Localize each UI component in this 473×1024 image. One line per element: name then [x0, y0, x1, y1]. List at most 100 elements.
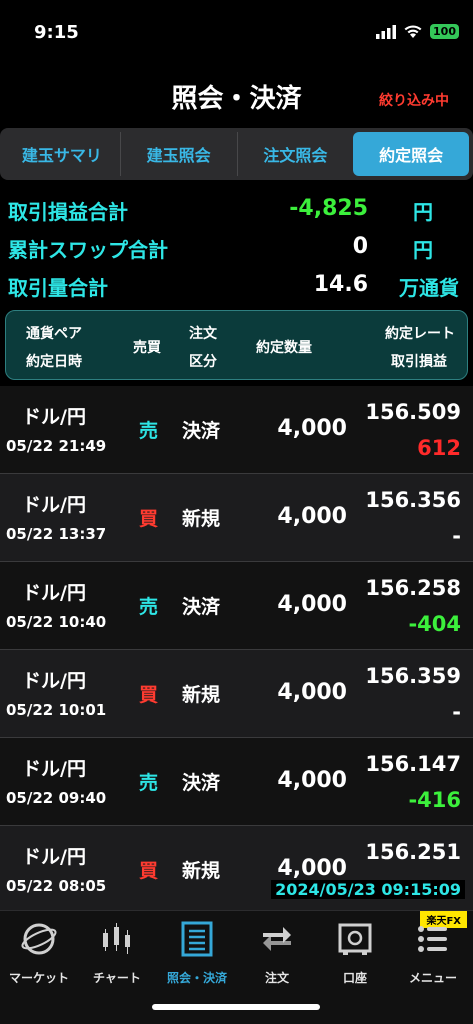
summary-value: 14.6 — [313, 272, 368, 297]
status-time: 9:15 — [34, 22, 79, 43]
execution-qty: 4,000 — [277, 680, 347, 705]
execution-rate: 156.359 — [365, 664, 461, 688]
trade-side: 売 — [139, 772, 159, 794]
column-header-order-type[interactable]: 注文 — [189, 323, 217, 343]
wifi-icon — [404, 25, 422, 38]
summary-label: 累計スワップ合計 — [8, 238, 168, 262]
tab-label: チャート — [93, 971, 141, 985]
globe-icon — [19, 919, 59, 959]
tab-order-inquiry[interactable]: 注文照会 — [238, 132, 354, 176]
inquiry-tabs: 建玉サマリ 建玉照会 注文照会 約定照会 — [0, 128, 473, 180]
currency-pair: ドル/円 — [22, 846, 86, 868]
table-row[interactable]: ドル/円 05/22 10:01 買 新規 4,000 156.359 - — [0, 650, 473, 738]
tab-label: メニュー — [408, 971, 457, 985]
trade-side: 売 — [139, 596, 159, 618]
menu-icon — [413, 919, 453, 959]
status-bar: 9:15 100 — [0, 0, 473, 64]
summary-unit: 円 — [413, 200, 433, 224]
column-header-order-type-sub: 区分 — [189, 354, 217, 370]
column-header-side[interactable]: 売買 — [133, 337, 161, 357]
trade-pnl: - — [452, 524, 461, 548]
summary-value: 0 — [352, 234, 368, 259]
table-row[interactable]: ドル/円 05/22 10:40 売 決済 4,000 156.258 -404 — [0, 562, 473, 650]
column-header-rate[interactable]: 約定レート — [385, 323, 455, 343]
home-indicator — [152, 1004, 320, 1010]
column-header-datetime[interactable]: 約定日時 — [26, 351, 82, 371]
execution-datetime: 05/22 08:05 — [6, 877, 107, 895]
table-header: 通貨ペア 約定日時 売買 注文 区分 約定数量 約定レート 取引損益 — [5, 310, 468, 380]
table-row[interactable]: ドル/円 05/22 13:37 買 新規 4,000 156.356 - — [0, 474, 473, 562]
order-type: 決済 — [182, 596, 221, 618]
execution-rate: 156.509 — [365, 400, 461, 424]
summary-unit: 万通貨 — [399, 276, 459, 300]
tab-position-inquiry[interactable]: 建玉照会 — [121, 132, 238, 176]
list-icon — [177, 919, 217, 959]
order-type: 決済 — [182, 420, 221, 442]
tab-label: 注文 — [264, 971, 289, 985]
execution-rate: 156.356 — [365, 488, 461, 512]
execution-qty: 4,000 — [277, 504, 347, 529]
summary-unit: 円 — [413, 238, 433, 262]
column-header-pnl[interactable]: 取引損益 — [391, 351, 447, 371]
tab-inquiry[interactable]: 照会・決済 — [152, 919, 242, 986]
trade-side: 買 — [139, 684, 159, 706]
execution-datetime: 05/22 21:49 — [6, 437, 107, 455]
tab-menu[interactable]: メニュー — [388, 919, 473, 986]
currency-pair: ドル/円 — [22, 670, 86, 692]
tab-execution-inquiry[interactable]: 約定照会 — [353, 132, 469, 176]
summary-row-swap: 累計スワップ合計 0 円 — [0, 230, 473, 268]
battery-icon: 100 — [430, 24, 459, 39]
summary-panel: 取引損益合計 -4,825 円 累計スワップ合計 0 円 取引量合計 14.6 … — [0, 192, 473, 306]
trade-pnl: 612 — [417, 436, 461, 460]
execution-datetime: 05/22 10:40 — [6, 613, 107, 631]
summary-label: 取引損益合計 — [8, 200, 128, 224]
currency-pair: ドル/円 — [22, 758, 86, 780]
order-type: 新規 — [182, 684, 221, 706]
order-type: 決済 — [182, 772, 221, 794]
execution-qty: 4,000 — [277, 416, 347, 441]
filter-active-badge[interactable]: 絞り込み中 — [379, 90, 449, 110]
status-icons: 100 — [376, 24, 459, 39]
execution-list: ドル/円 05/22 21:49 売 決済 4,000 156.509 612 … — [0, 386, 473, 914]
trade-pnl: -416 — [408, 788, 461, 812]
order-type: 新規 — [182, 860, 221, 882]
currency-pair: ドル/円 — [22, 494, 86, 516]
order-icon — [257, 919, 297, 959]
execution-rate: 156.258 — [365, 576, 461, 600]
tab-label: 口座 — [342, 971, 367, 985]
execution-datetime: 05/22 10:01 — [6, 701, 107, 719]
tab-chart[interactable]: チャート — [72, 919, 162, 986]
execution-datetime: 05/22 13:37 — [6, 525, 107, 543]
tab-order[interactable]: 注文 — [232, 919, 322, 986]
order-type: 新規 — [182, 508, 221, 530]
summary-value: -4,825 — [289, 196, 368, 221]
currency-pair: ドル/円 — [22, 406, 86, 428]
trade-side: 売 — [139, 420, 159, 442]
trade-side: 買 — [139, 860, 159, 882]
tab-position-summary[interactable]: 建玉サマリ — [4, 132, 121, 176]
summary-label: 取引量合計 — [8, 276, 108, 300]
trade-pnl: -404 — [408, 612, 461, 636]
column-header-qty[interactable]: 約定数量 — [256, 337, 312, 357]
execution-datetime: 05/22 09:40 — [6, 789, 107, 807]
execution-qty: 4,000 — [277, 768, 347, 793]
execution-rate: 156.147 — [365, 752, 461, 776]
tab-label: 照会・決済 — [166, 971, 227, 985]
summary-row-volume: 取引量合計 14.6 万通貨 — [0, 268, 473, 306]
execution-rate: 156.251 — [365, 840, 461, 864]
update-timestamp: 2024/05/23 09:15:09 — [271, 880, 465, 899]
cellular-signal-icon — [376, 24, 397, 39]
column-header-pair[interactable]: 通貨ペア — [26, 323, 82, 343]
table-row[interactable]: ドル/円 05/22 21:49 売 決済 4,000 156.509 612 — [0, 386, 473, 474]
safe-icon — [335, 919, 375, 959]
execution-qty: 4,000 — [277, 856, 347, 881]
candlestick-icon — [97, 919, 137, 959]
table-row[interactable]: ドル/円 05/22 08:05 買 新規 4,000 156.251 — [0, 826, 473, 914]
trade-side: 買 — [139, 508, 159, 530]
summary-row-total-pnl: 取引損益合計 -4,825 円 — [0, 192, 473, 230]
trade-pnl: - — [452, 700, 461, 724]
tab-account[interactable]: 口座 — [310, 919, 400, 986]
execution-qty: 4,000 — [277, 592, 347, 617]
currency-pair: ドル/円 — [22, 582, 86, 604]
table-row[interactable]: ドル/円 05/22 09:40 売 決済 4,000 156.147 -416 — [0, 738, 473, 826]
